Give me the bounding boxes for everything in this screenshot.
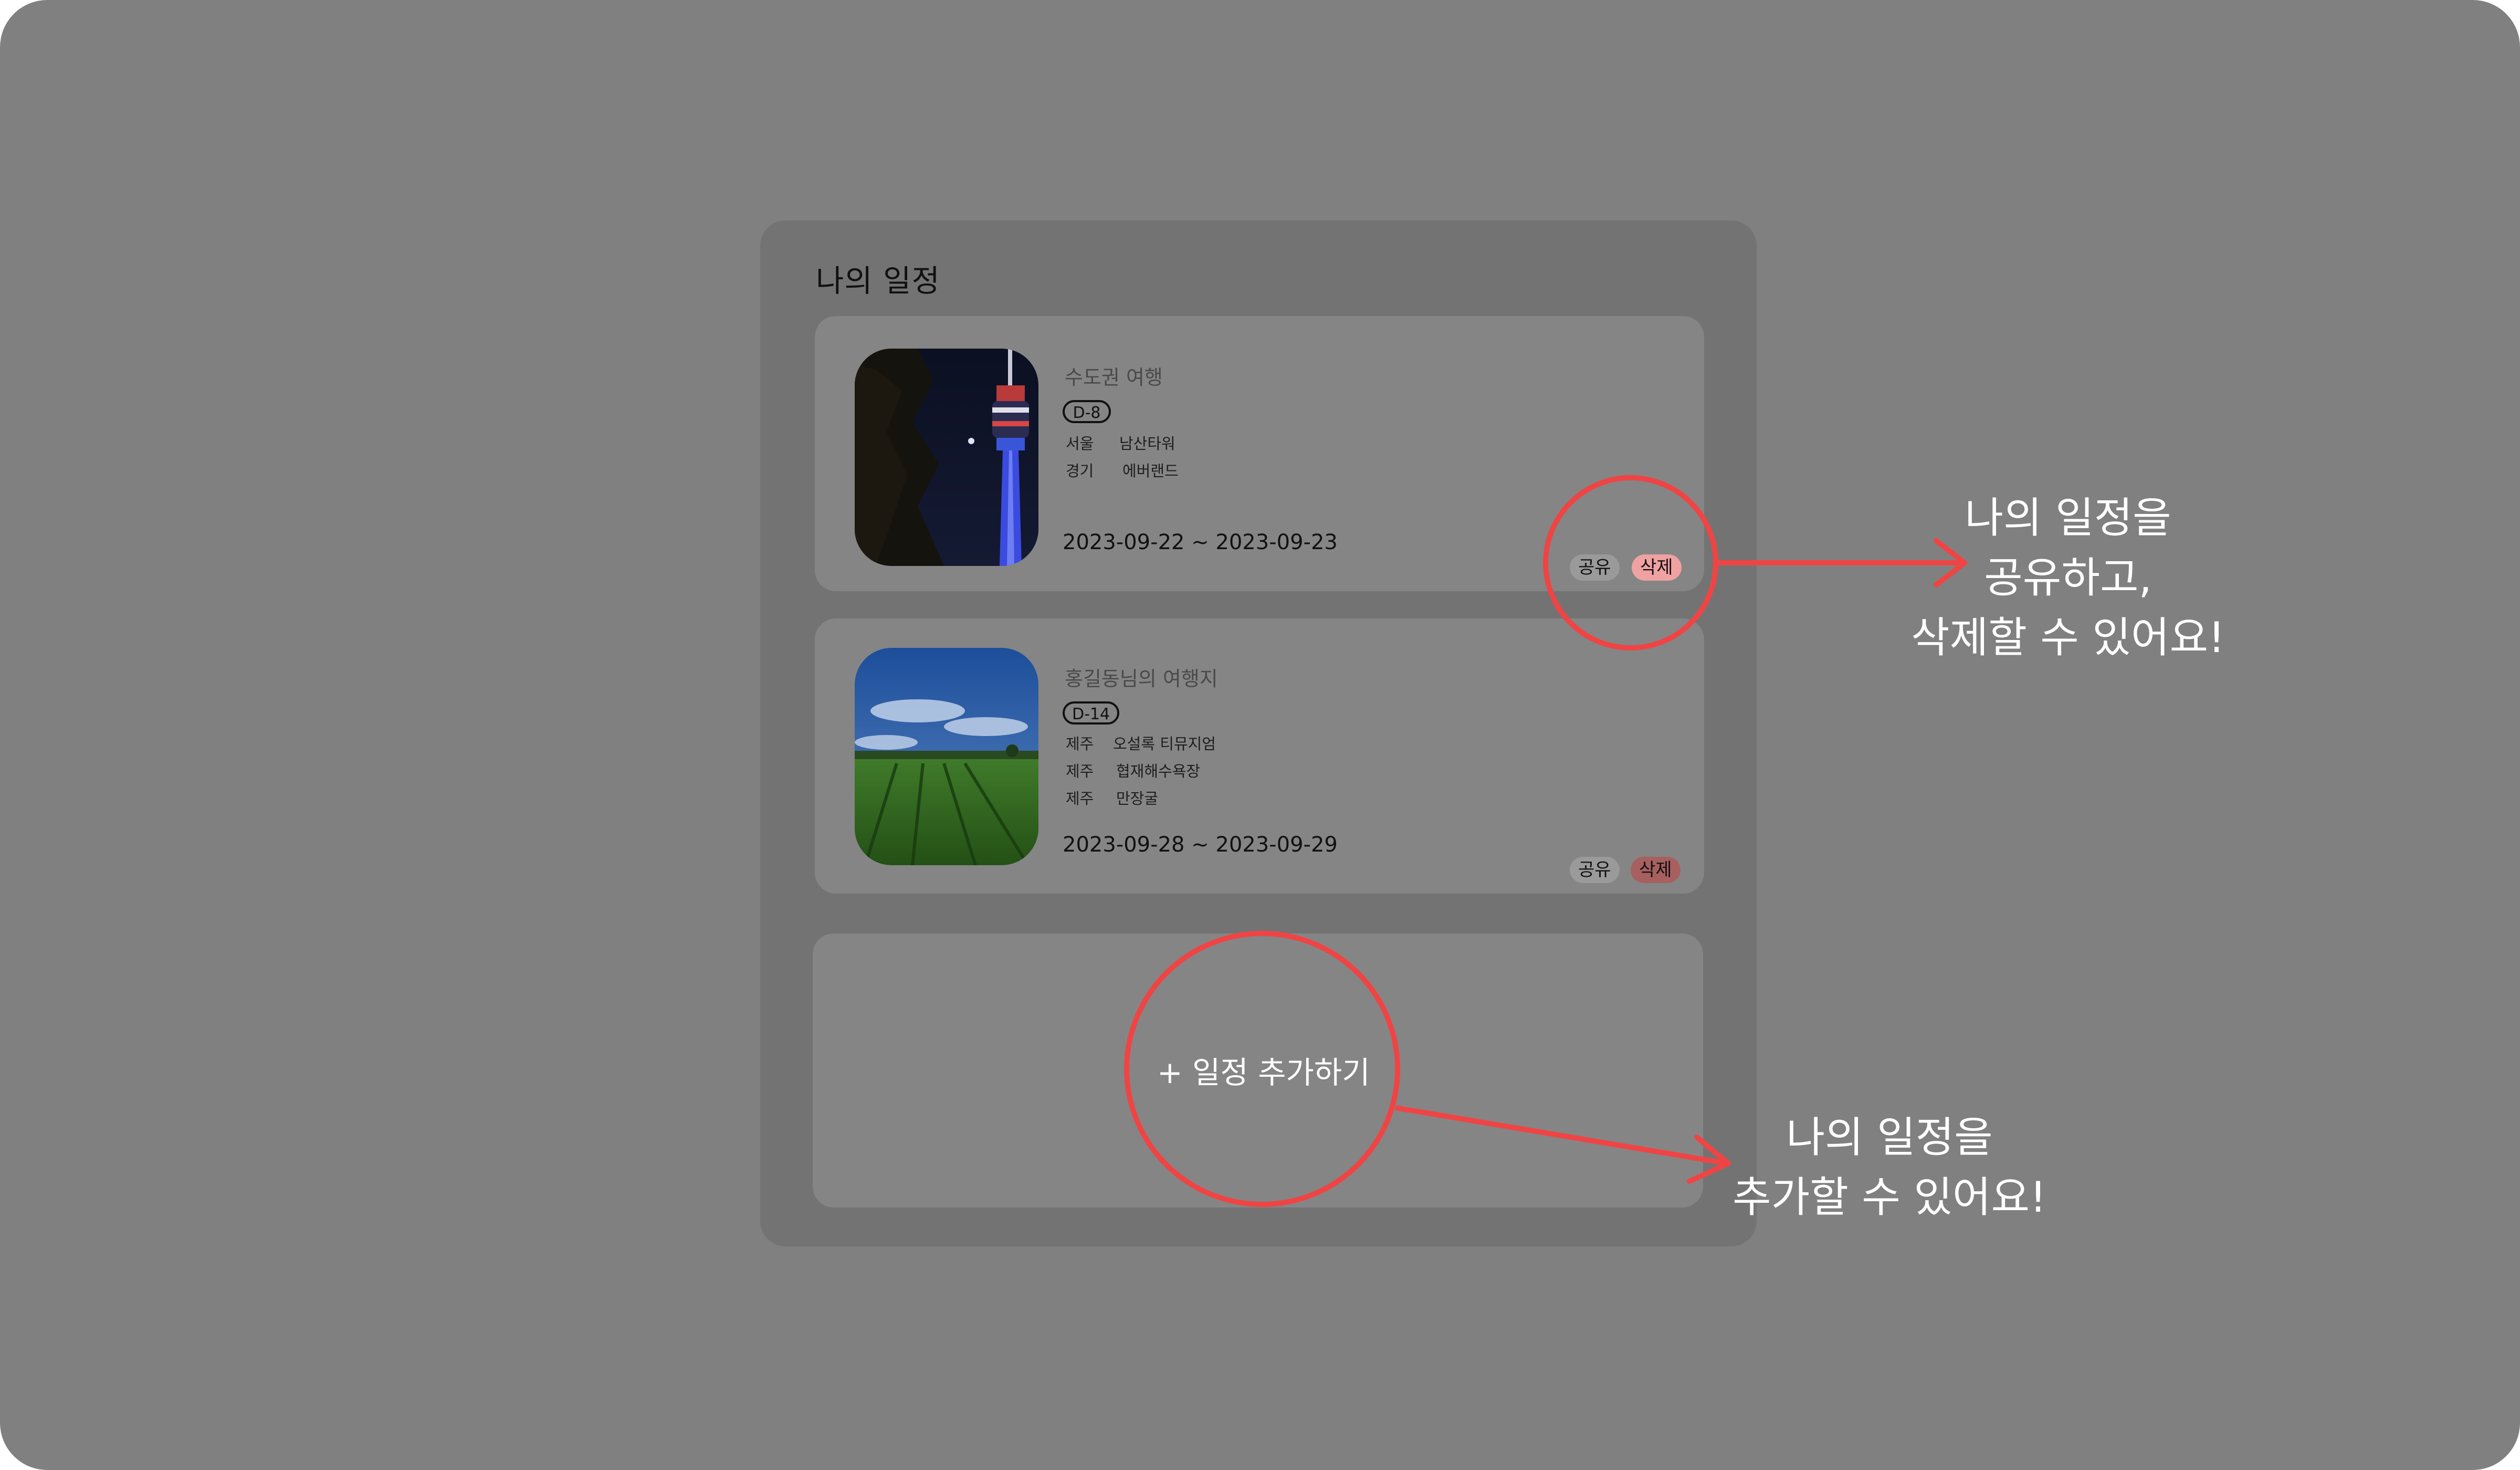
dimmed-backdrop: 나의 일정 수도권 여행 D-8 서울 남산타워 경기 에버랜드 2023-09… [0,0,2520,1470]
callout-share-delete: 나의 일정을 공유하고, 삭제할 수 있어요! [1911,488,2225,668]
callout-line: 추가할 수 있어요! [1732,1173,2047,1222]
callout-line: 나의 일정을 [1965,494,2171,542]
callout-line: 나의 일정을 [1786,1113,1993,1162]
highlight-circle [1124,931,1400,1207]
callout-line: 삭제할 수 있어요! [1911,613,2225,662]
callout-add: 나의 일정을 추가할 수 있어요! [1732,1108,2046,1227]
annotation-overlay [1124,475,1967,1207]
arrow-line [1395,1105,1728,1166]
highlight-circle [1543,475,1718,650]
callout-line: 공유하고, [1984,553,2152,602]
